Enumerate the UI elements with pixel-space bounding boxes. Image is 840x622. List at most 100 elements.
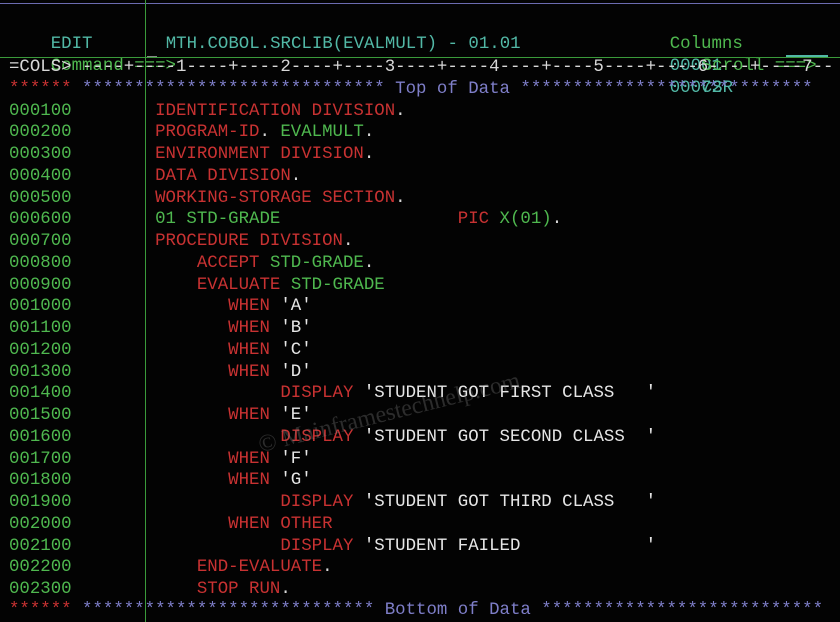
command-input[interactable] bbox=[147, 34, 647, 56]
line-number[interactable]: 001900 bbox=[9, 493, 72, 512]
source-line[interactable]: 002100 DISPLAY 'STUDENT FAILED ' bbox=[9, 536, 656, 558]
cols-ruler-label: =COLS> bbox=[9, 58, 72, 77]
line-number[interactable]: 000600 bbox=[9, 210, 72, 229]
top-marker-stars-left: ***************************** bbox=[71, 80, 396, 99]
line-number[interactable]: 002100 bbox=[9, 537, 72, 556]
code-token: X(01) bbox=[499, 210, 552, 230]
source-line[interactable]: 001900 DISPLAY 'STUDENT GOT THIRD CLASS … bbox=[9, 492, 656, 514]
source-line[interactable]: 000400 DATA DIVISION. bbox=[9, 166, 301, 188]
source-line[interactable]: 001200 WHEN 'C' bbox=[9, 340, 312, 362]
code-token: . bbox=[280, 580, 291, 599]
code-token: ACCEPT bbox=[196, 253, 270, 273]
line-number-gap bbox=[72, 341, 82, 360]
line-number[interactable]: 001100 bbox=[9, 319, 72, 338]
line-number[interactable]: 000900 bbox=[9, 276, 72, 295]
source-line[interactable]: 001300 WHEN 'D' bbox=[9, 362, 312, 384]
bottom-marker-text: Bottom of Data bbox=[384, 601, 531, 620]
source-line[interactable]: 001100 WHEN 'B' bbox=[9, 318, 312, 340]
bottom-marker-stars-left: **************************** bbox=[71, 601, 385, 620]
source-line[interactable]: 001000 WHEN 'A' bbox=[9, 296, 312, 318]
source-line[interactable]: 002300 STOP RUN. bbox=[9, 579, 291, 601]
title-row: EDIT bbox=[9, 12, 93, 54]
line-number[interactable]: 000400 bbox=[9, 167, 72, 186]
source-line[interactable]: 001500 WHEN 'E' bbox=[9, 405, 312, 427]
line-number[interactable]: 001000 bbox=[9, 297, 72, 316]
line-number[interactable]: 002300 bbox=[9, 580, 72, 599]
code-token: . bbox=[395, 101, 406, 121]
line-number[interactable]: 002200 bbox=[9, 558, 72, 577]
line-number-gap bbox=[72, 428, 82, 447]
code-token: 'B' bbox=[280, 319, 312, 338]
code-token: . bbox=[259, 123, 281, 143]
column-guide-line bbox=[145, 0, 146, 622]
line-number-gap bbox=[72, 319, 82, 338]
line-number-gap bbox=[72, 384, 82, 403]
code-token: WHEN bbox=[228, 406, 281, 425]
code-token: 'STUDENT FAILED ' bbox=[363, 536, 657, 556]
line-number[interactable]: 001200 bbox=[9, 341, 72, 360]
line-number[interactable]: 000300 bbox=[9, 145, 72, 164]
line-number[interactable]: 000100 bbox=[9, 102, 72, 121]
source-line[interactable]: 000500 WORKING-STORAGE SECTION. bbox=[9, 188, 406, 210]
source-line[interactable]: 000200 PROGRAM-ID. EVALMULT. bbox=[9, 122, 374, 144]
cols-ruler: =COLS> ----+----1----+----2----+----3---… bbox=[9, 57, 833, 79]
line-number[interactable]: 002000 bbox=[9, 515, 72, 534]
code-token: STOP RUN bbox=[196, 580, 281, 599]
line-number-gap bbox=[72, 167, 82, 186]
line-number[interactable]: 001500 bbox=[9, 406, 72, 425]
code-token: WORKING-STORAGE SECTION bbox=[155, 188, 396, 208]
code-token: DISPLAY bbox=[280, 427, 364, 447]
code-token: WHEN bbox=[228, 319, 281, 338]
source-line[interactable]: 001400 DISPLAY 'STUDENT GOT FIRST CLASS … bbox=[9, 383, 656, 405]
code-token: WHEN bbox=[228, 340, 281, 360]
code-token: . bbox=[322, 558, 333, 578]
code-token: IDENTIFICATION DIVISION bbox=[155, 101, 396, 121]
top-marker-text: Top of Data bbox=[395, 80, 510, 99]
code-token: DISPLAY bbox=[280, 384, 364, 404]
line-number-gap bbox=[72, 232, 82, 251]
line-number-gap bbox=[72, 254, 82, 273]
line-number[interactable]: 001600 bbox=[9, 428, 72, 447]
code-token: 'STUDENT GOT SECOND CLASS ' bbox=[363, 427, 657, 447]
source-line[interactable]: 001800 WHEN 'G' bbox=[9, 470, 312, 492]
line-number[interactable]: 001800 bbox=[9, 471, 72, 490]
source-line[interactable]: 001700 WHEN 'F' bbox=[9, 449, 312, 471]
top-of-data-marker: ****** ***************************** Top… bbox=[9, 79, 813, 101]
source-line[interactable]: 002200 END-EVALUATE. bbox=[9, 557, 333, 579]
source-line[interactable]: 001600 DISPLAY 'STUDENT GOT SECOND CLASS… bbox=[9, 427, 656, 449]
source-line[interactable]: 000700 PROCEDURE DIVISION. bbox=[9, 231, 353, 253]
line-number[interactable]: 000700 bbox=[9, 232, 72, 251]
line-number[interactable]: 001700 bbox=[9, 450, 72, 469]
code-token: . bbox=[342, 232, 354, 251]
source-line[interactable]: 000900 EVALUATE STD-GRADE bbox=[9, 275, 385, 297]
line-number[interactable]: 000800 bbox=[9, 254, 72, 273]
line-number-gap bbox=[72, 189, 82, 208]
line-number-gap bbox=[72, 558, 82, 577]
top-marker-prefix: ****** bbox=[9, 80, 72, 99]
code-token: PIC bbox=[457, 210, 500, 230]
source-line[interactable]: 000800 ACCEPT STD-GRADE. bbox=[9, 253, 374, 275]
line-number-gap bbox=[72, 123, 82, 142]
source-line[interactable]: 000100 IDENTIFICATION DIVISION. bbox=[9, 101, 406, 123]
line-number[interactable]: 001300 bbox=[9, 363, 72, 382]
line-number[interactable]: 000200 bbox=[9, 123, 72, 142]
code-token: . bbox=[363, 123, 375, 143]
source-line[interactable]: 000300 ENVIRONMENT DIVISION. bbox=[9, 144, 374, 166]
line-number[interactable]: 001400 bbox=[9, 384, 72, 403]
code-token: STD-GRADE bbox=[290, 275, 385, 295]
line-number[interactable]: 000500 bbox=[9, 189, 72, 208]
line-number-gap bbox=[72, 145, 82, 164]
code-token: . bbox=[363, 253, 375, 273]
source-line[interactable]: 000600 01 STD-GRADE PIC X(01). bbox=[9, 209, 562, 231]
code-token: EVALMULT bbox=[280, 123, 364, 143]
source-line[interactable]: 002000 WHEN OTHER bbox=[9, 514, 333, 536]
code-token: WHEN bbox=[228, 449, 281, 469]
